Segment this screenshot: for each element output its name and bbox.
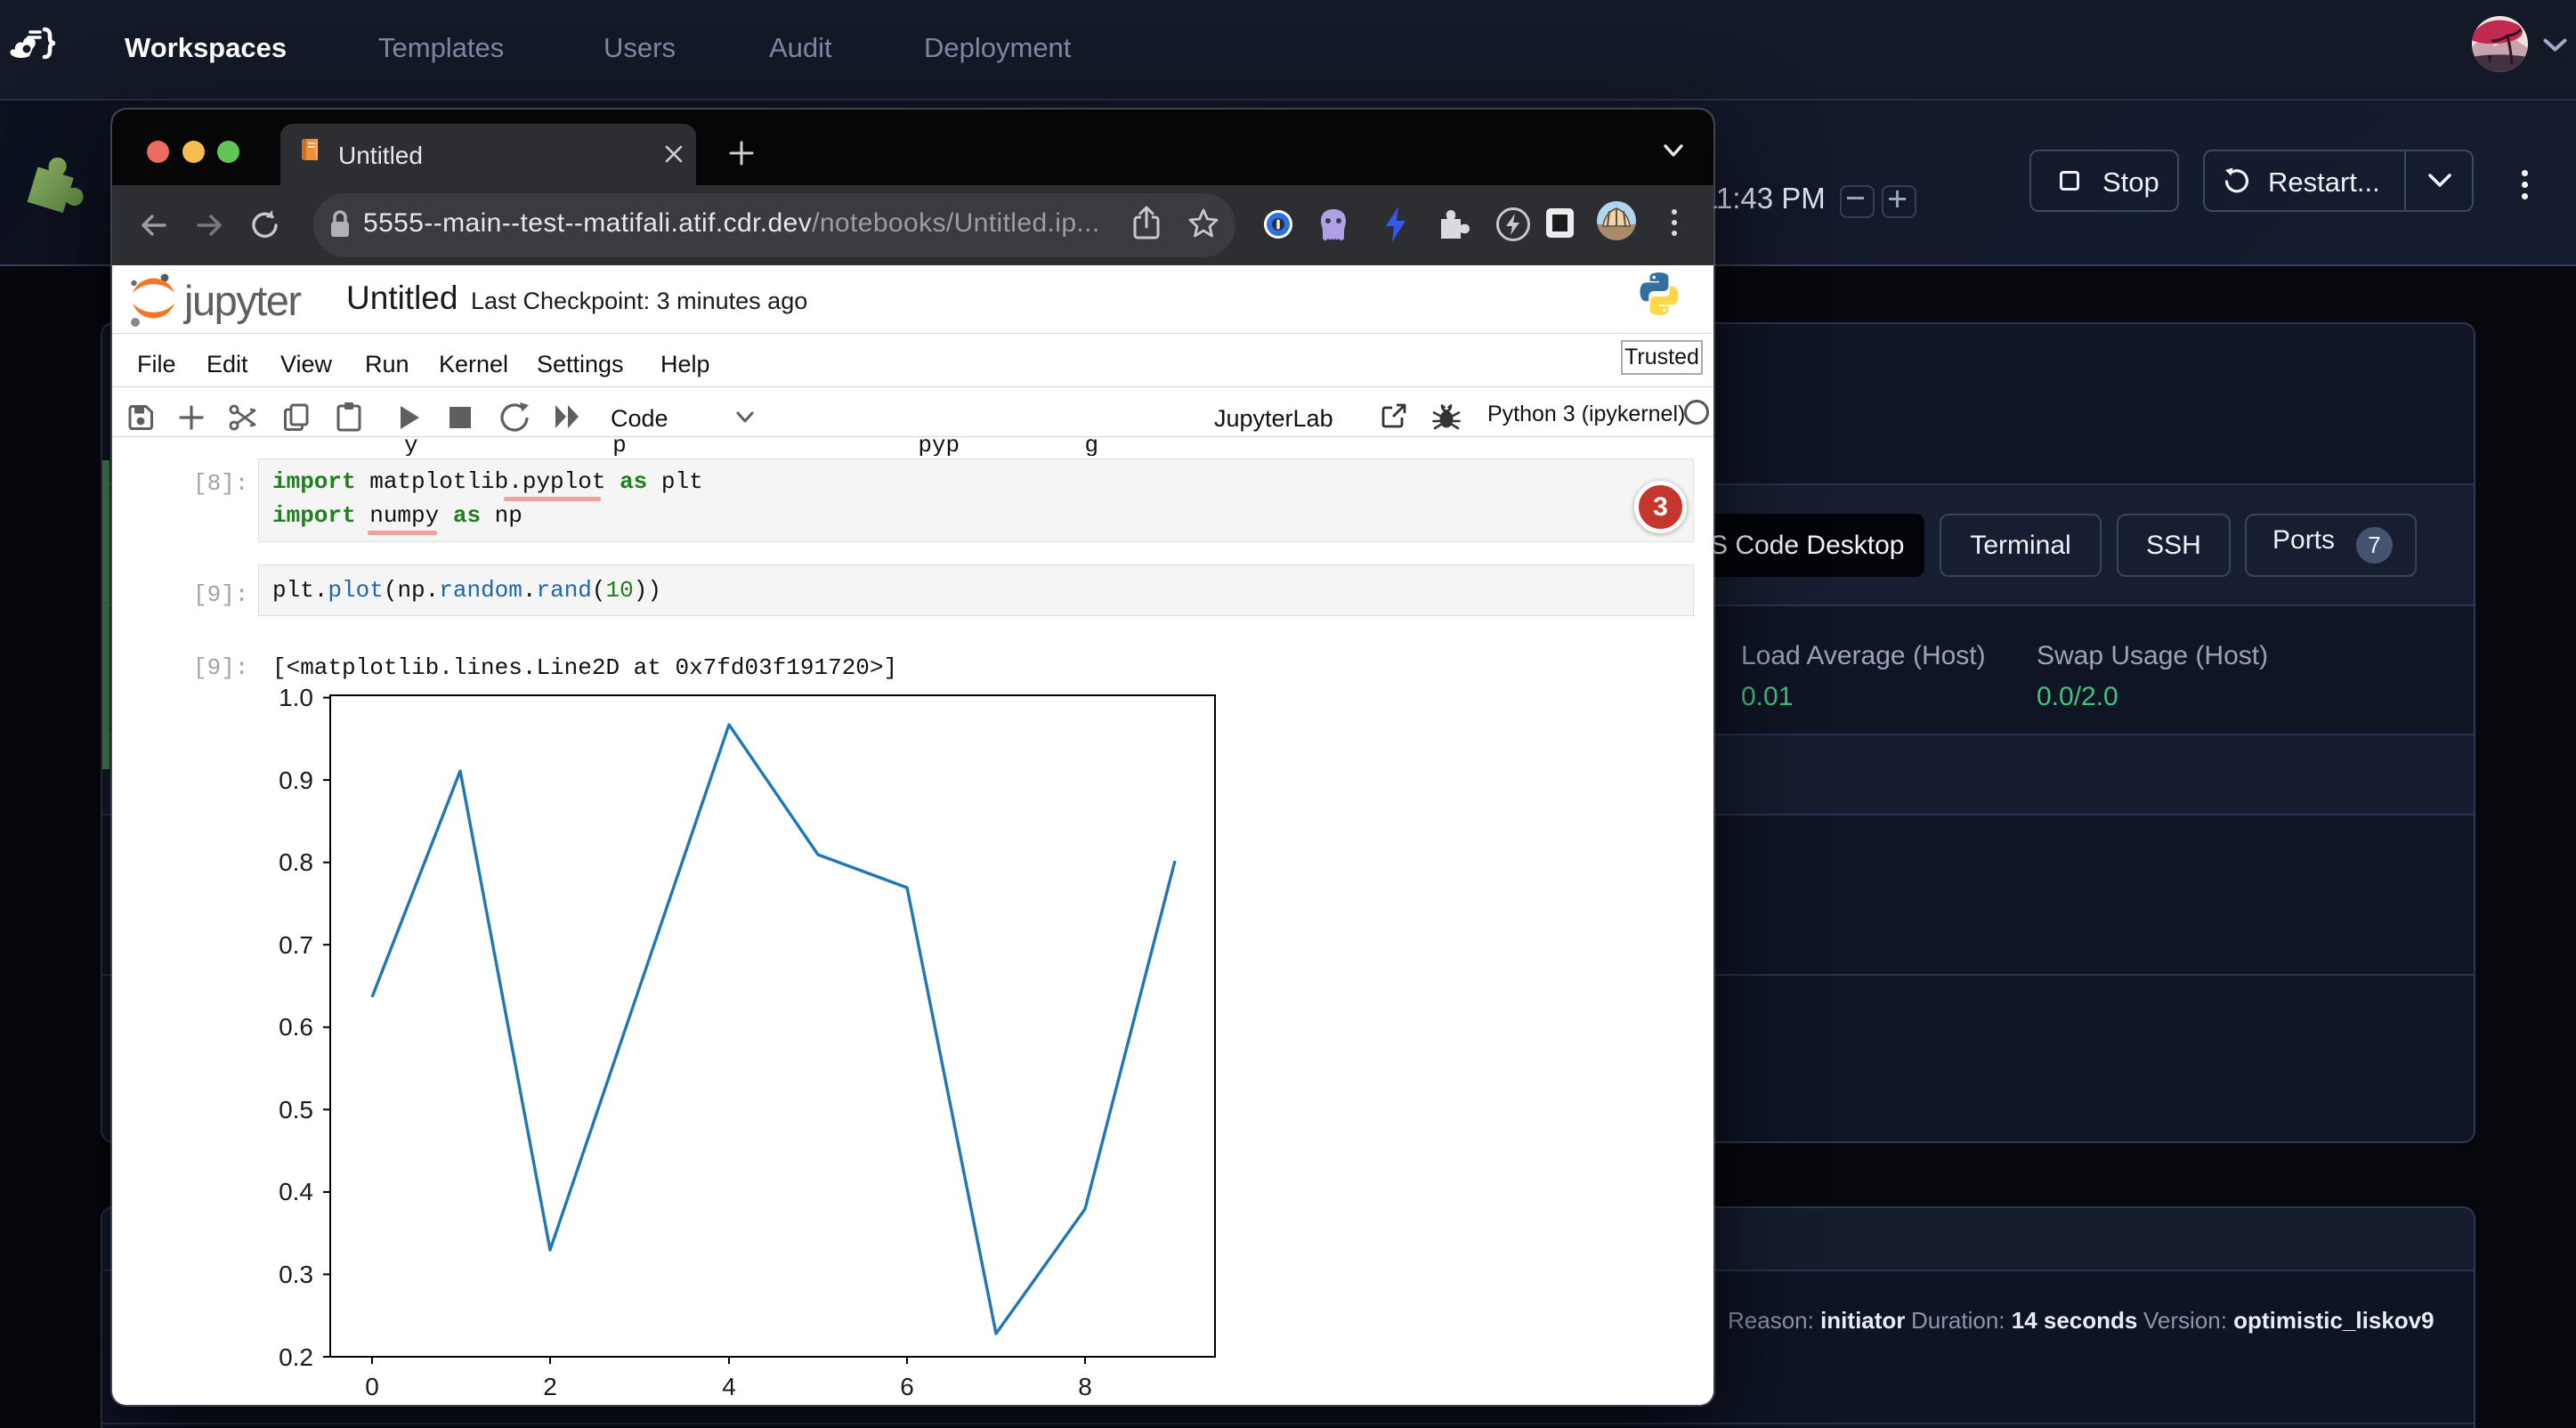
svg-text:1.0: 1.0 <box>279 686 313 711</box>
svg-text:0.9: 0.9 <box>279 767 313 794</box>
svg-text:0.5: 0.5 <box>279 1096 313 1124</box>
svg-text:2: 2 <box>543 1373 557 1400</box>
svg-text:0.3: 0.3 <box>279 1261 313 1288</box>
svg-text:0: 0 <box>365 1373 379 1400</box>
svg-text:0.4: 0.4 <box>279 1178 313 1205</box>
svg-text:8: 8 <box>1078 1373 1092 1400</box>
svg-text:0.2: 0.2 <box>279 1343 313 1371</box>
svg-text:6: 6 <box>900 1373 914 1400</box>
svg-text:0.7: 0.7 <box>279 931 313 959</box>
svg-text:0.6: 0.6 <box>279 1013 313 1041</box>
svg-text:0.8: 0.8 <box>279 848 313 876</box>
svg-text:4: 4 <box>722 1373 736 1400</box>
